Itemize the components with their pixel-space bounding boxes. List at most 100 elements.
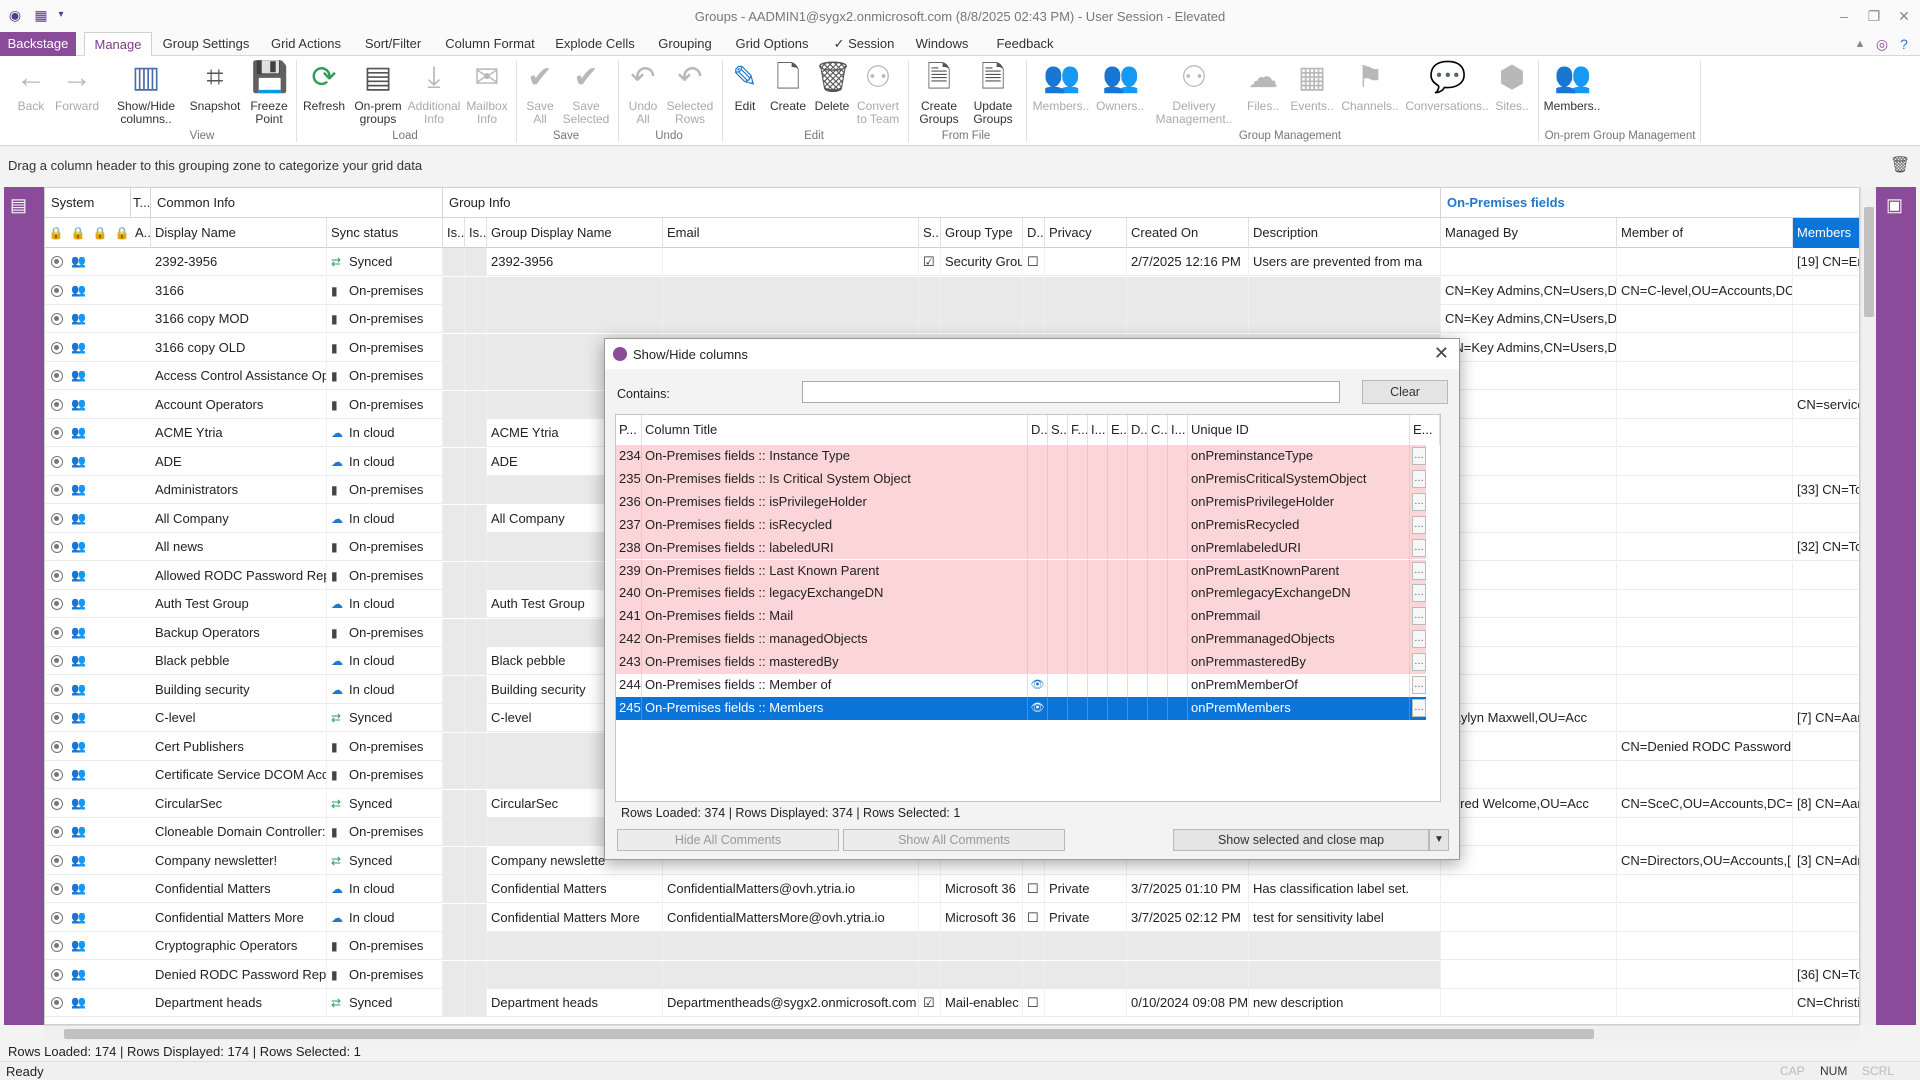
column-flag-cell[interactable] (1128, 651, 1148, 674)
table-cell-privacy[interactable] (1045, 276, 1127, 305)
undo-all-button[interactable]: ↶ Undo All (622, 60, 664, 126)
table-cell-sync[interactable]: ▮ On-premises (327, 276, 443, 305)
col-header-a[interactable]: A... (131, 218, 151, 248)
table-cell-desc[interactable]: test for sensitivity label (1249, 903, 1441, 932)
table-cell[interactable] (465, 960, 487, 989)
table-cell[interactable] (443, 875, 465, 903)
table-cell-managed[interactable] (1441, 476, 1617, 504)
table-row[interactable]: 👥 Denied RODC Password Repl ▮ On-premises [3… (45, 960, 1859, 989)
table-cell-gdn[interactable]: 2392-3956 (487, 248, 663, 276)
table-row[interactable]: 👥 Confidential Matters More ☁ In cloud Confi… (45, 903, 1859, 932)
mailbox-info-button[interactable]: ✉ Mailbox Info (462, 60, 512, 126)
dcol-header-i[interactable]: I... (1088, 415, 1108, 445)
table-cell-members[interactable] (1793, 419, 1859, 447)
eye-settings-icon[interactable]: ◎ (1870, 34, 1894, 54)
trash-icon[interactable]: 🗑 (1890, 155, 1910, 175)
table-cell-name[interactable]: C-level (151, 704, 327, 732)
column-flag-cell[interactable] (1128, 513, 1148, 537)
column-unique-id[interactable]: onPremlegacyExchangeDN (1188, 582, 1410, 606)
column-flag-cell[interactable] (1148, 605, 1168, 629)
visibility-eye-icon[interactable] (1028, 582, 1048, 606)
tab-explode-cells[interactable]: Explode Cells (552, 32, 638, 56)
column-flag-cell[interactable] (1088, 467, 1108, 491)
visibility-eye-icon[interactable] (1028, 467, 1048, 491)
table-cell-privacy[interactable] (1045, 932, 1127, 960)
more-options-icon[interactable]: … (1412, 538, 1426, 557)
dcol-header-d2[interactable]: D... (1128, 415, 1148, 445)
column-flag-cell[interactable] (1148, 628, 1168, 652)
column-flag-cell[interactable] (1108, 674, 1128, 697)
table-cell-memberof[interactable] (1617, 305, 1793, 333)
table-cell-memberof[interactable] (1617, 248, 1793, 276)
table-cell-created[interactable]: 0/10/2024 09:08 PM (1127, 989, 1249, 1017)
column-position[interactable]: 237 (616, 513, 642, 537)
table-cell-desc[interactable] (1249, 932, 1441, 960)
column-list-row[interactable]: 235 On-Premises fields :: Is Critical Sys… (616, 467, 1426, 491)
column-flag-cell[interactable] (1168, 674, 1188, 697)
column-list-row[interactable]: 243 On-Premises fields :: masteredBy onPre… (616, 651, 1426, 674)
table-cell[interactable] (465, 789, 487, 818)
table-cell-email[interactable] (663, 960, 919, 989)
table-cell-members[interactable] (1793, 647, 1859, 675)
table-cell-memberof[interactable] (1617, 960, 1793, 989)
table-cell-name[interactable]: 3166 copy MOD (151, 305, 327, 333)
table-cell-gdn[interactable] (487, 932, 663, 960)
table-cell-sync[interactable]: ☁ In cloud (327, 504, 443, 533)
column-flag-cell[interactable] (1088, 582, 1108, 606)
column-position[interactable]: 238 (616, 536, 642, 560)
create-groups-button[interactable]: 🗎 Create Groups (912, 60, 966, 126)
table-cell-s[interactable]: ☑ (919, 989, 941, 1017)
table-cell[interactable] (465, 248, 487, 276)
dcol-header-i2[interactable]: I... (1168, 415, 1188, 445)
table-cell-memberof[interactable] (1617, 561, 1793, 590)
left-panel-bar[interactable]: ▤ (4, 187, 44, 1025)
column-flag-cell[interactable] (1088, 674, 1108, 697)
table-cell-members[interactable]: [8] CN=Aarav (1793, 790, 1859, 818)
table-cell-memberof[interactable] (1617, 761, 1793, 789)
table-cell-managed[interactable] (1441, 248, 1617, 276)
table-cell-memberof[interactable] (1617, 504, 1793, 533)
column-title[interactable]: On-Premises fields :: Last Known Parent (642, 559, 1028, 583)
table-cell[interactable] (465, 447, 487, 476)
table-cell-sync[interactable]: ▮ On-premises (327, 390, 443, 419)
table-cell-name[interactable]: ACME Ytria (151, 419, 327, 447)
table-cell-managed[interactable] (1441, 960, 1617, 989)
refresh-button[interactable]: ⟳ Refresh (300, 60, 348, 113)
col-header-is2[interactable]: Is... (465, 218, 487, 248)
more-options-icon[interactable]: … (1412, 469, 1426, 488)
freeze-point-button[interactable]: 💾 Freeze Point (248, 60, 290, 126)
column-position[interactable]: 236 (616, 490, 642, 514)
table-cell-managed[interactable]: CN=Key Admins,CN=Users,D (1441, 333, 1617, 362)
tab-grid-actions[interactable]: Grid Actions (264, 32, 348, 56)
column-flag-cell[interactable] (1068, 559, 1088, 583)
table-cell[interactable] (443, 533, 465, 561)
table-cell-gdn[interactable]: Confidential Matters More (487, 903, 663, 932)
tab-column-format[interactable]: Column Format (440, 32, 540, 56)
table-cell-members[interactable] (1793, 619, 1859, 647)
table-cell[interactable] (465, 732, 487, 761)
table-cell-type[interactable]: Microsoft 36 (941, 903, 1023, 932)
column-flag-cell[interactable] (1128, 582, 1148, 606)
table-cell[interactable] (465, 533, 487, 561)
column-flag-cell[interactable] (1088, 536, 1108, 560)
column-list-row[interactable]: 239 On-Premises fields :: Last Known Pare… (616, 559, 1426, 583)
column-flag-cell[interactable] (1048, 651, 1068, 674)
table-cell-sync[interactable]: ☁ In cloud (327, 590, 443, 618)
table-cell-managed[interactable] (1441, 618, 1617, 647)
column-flag-cell[interactable] (1108, 559, 1128, 583)
table-cell-memberof[interactable] (1617, 932, 1793, 960)
column-flag-cell[interactable] (1048, 605, 1068, 629)
table-cell[interactable] (443, 561, 465, 590)
column-flag-cell[interactable] (1108, 490, 1128, 514)
column-flag-cell[interactable] (1128, 696, 1148, 720)
column-flag-cell[interactable] (1108, 467, 1128, 491)
dcol-header-e[interactable]: E... (1108, 415, 1128, 445)
table-cell-desc[interactable] (1249, 276, 1441, 305)
dcol-header-e2[interactable]: E... (1410, 415, 1440, 445)
tab-group-settings[interactable]: Group Settings (160, 32, 252, 56)
table-cell-members[interactable] (1793, 932, 1859, 960)
column-position[interactable]: 240 (616, 582, 642, 606)
col-header-is1[interactable]: Is... (443, 218, 465, 248)
column-list-row[interactable]: 234 On-Premises fields :: Instance Type on… (616, 445, 1426, 468)
column-list-row[interactable]: 240 On-Premises fields :: legacyExchangeD… (616, 582, 1426, 606)
